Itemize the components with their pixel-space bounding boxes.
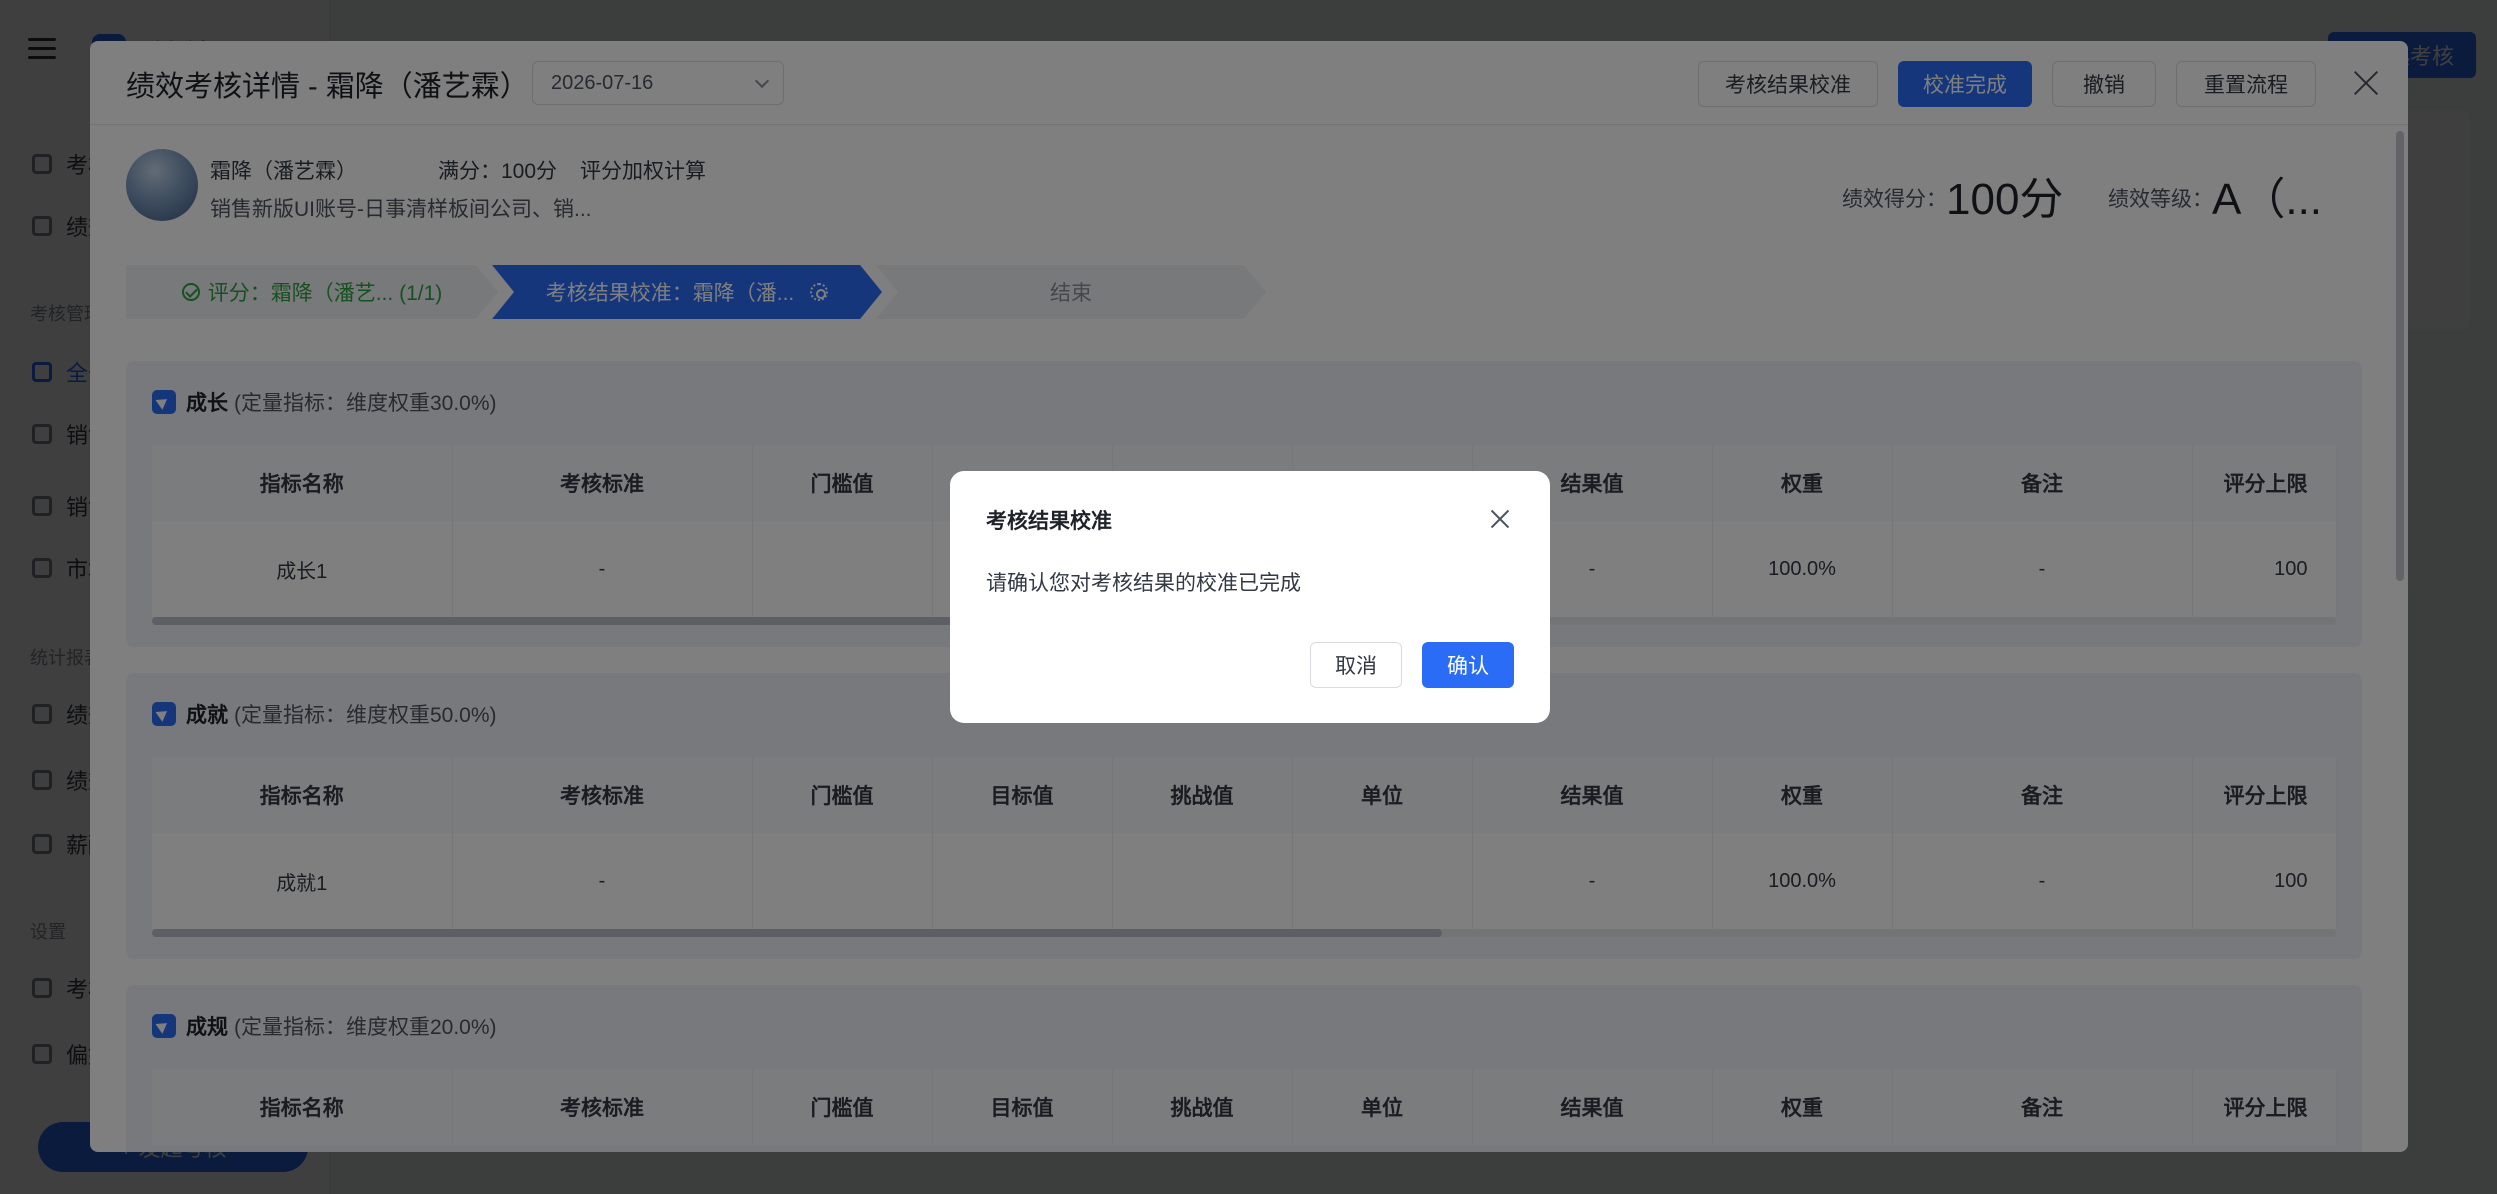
cancel-button[interactable]: 取消 [1310, 642, 1402, 688]
dialog-message: 请确认您对考核结果的校准已完成 [986, 572, 1301, 595]
close-icon[interactable] [1490, 509, 1510, 529]
dialog-title: 考核结果校准 [986, 510, 1112, 533]
confirm-button[interactable]: 确认 [1422, 642, 1514, 688]
confirm-dialog: 考核结果校准 请确认您对考核结果的校准已完成 取消 确认 [950, 471, 1550, 723]
